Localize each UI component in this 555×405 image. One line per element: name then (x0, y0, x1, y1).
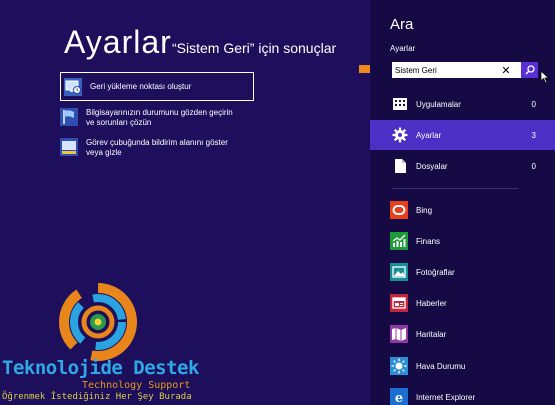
mouse-cursor-icon (540, 70, 550, 84)
category-count: 0 (531, 99, 536, 109)
search-box: ✕ (392, 62, 538, 78)
search-button[interactable] (521, 62, 538, 78)
app-news[interactable]: Haberler (390, 293, 550, 313)
app-label: Haberler (416, 298, 447, 308)
category-apps[interactable]: Uygulamalar 0 (370, 89, 555, 119)
search-icon (524, 65, 535, 75)
panel-title: Ara (390, 16, 414, 33)
app-photos[interactable]: Fotoğraflar (390, 262, 550, 282)
page-title: Ayarlar (64, 24, 172, 60)
photos-icon (390, 263, 408, 281)
app-bing[interactable]: Bing (390, 200, 550, 220)
category-count: 3 (531, 130, 536, 140)
system-restore-icon (64, 77, 82, 96)
internet-explorer-icon: e (390, 388, 408, 405)
svg-text:e: e (395, 391, 403, 405)
app-finance[interactable]: Finans (390, 231, 550, 251)
news-icon (390, 294, 408, 312)
app-label: Hava Durumu (416, 361, 466, 371)
taskbar-icon (60, 138, 78, 156)
app-label: Fotoğraflar (416, 267, 455, 277)
bing-icon (390, 201, 408, 219)
apps-grid-icon (393, 98, 407, 110)
category-files[interactable]: Dosyalar 0 (370, 151, 555, 181)
maps-icon (390, 325, 408, 343)
result-taskbar-notification-area[interactable]: Görev çubuğunda bildirim alanını göster v… (60, 138, 254, 158)
result-label: Bilgisayarınızın durumunu gözden geçirin… (86, 108, 233, 127)
app-label: Finans (416, 236, 441, 246)
file-icon (395, 159, 406, 173)
result-label: Görev çubuğunda bildirim alanını göster v… (86, 138, 228, 157)
category-label: Dosyalar (416, 161, 448, 171)
watermark-tagline: Öğrenmek İstediğiniz Her Şey Burada (2, 392, 192, 402)
search-scope-label: Ayarlar (390, 44, 416, 53)
app-maps[interactable]: Haritalar (390, 324, 550, 344)
app-label: Internet Explorer (416, 392, 476, 402)
result-label: Geri yükleme noktası oluştur (90, 81, 192, 91)
results-subtitle: “Sistem Geri” için sonuçlar (172, 40, 337, 56)
finance-chart-icon (390, 232, 408, 250)
search-results-area: Ayarlar “Sistem Geri” için sonuçlar Geri… (0, 0, 370, 405)
result-create-restore-point[interactable]: Geri yükleme noktası oluştur (60, 72, 254, 101)
action-center-flag-icon (60, 108, 78, 126)
category-count: 0 (531, 161, 536, 171)
app-weather[interactable]: Hava Durumu (390, 356, 550, 376)
clear-search-button[interactable]: ✕ (499, 63, 513, 77)
watermark-subtitle: Technology Support (82, 380, 191, 391)
weather-sun-icon (390, 357, 408, 375)
app-internet-explorer[interactable]: e Internet Explorer (390, 387, 550, 405)
watermark-logo (59, 283, 137, 361)
app-label: Bing (416, 205, 433, 215)
divider (392, 188, 518, 189)
gear-icon (392, 127, 408, 143)
category-label: Ayarlar (416, 130, 442, 140)
result-review-computer-status[interactable]: Bilgisayarınızın durumunu gözden geçirin… (60, 108, 254, 128)
search-input[interactable] (392, 63, 497, 77)
app-label: Haritalar (416, 329, 447, 339)
watermark-brand: Teknolojide Destek (2, 357, 199, 379)
category-label: Uygulamalar (416, 99, 461, 109)
search-charm-panel: Ara Ayarlar ✕ Uygulamalar 0 (370, 0, 555, 405)
category-settings[interactable]: Ayarlar 3 (370, 120, 555, 150)
